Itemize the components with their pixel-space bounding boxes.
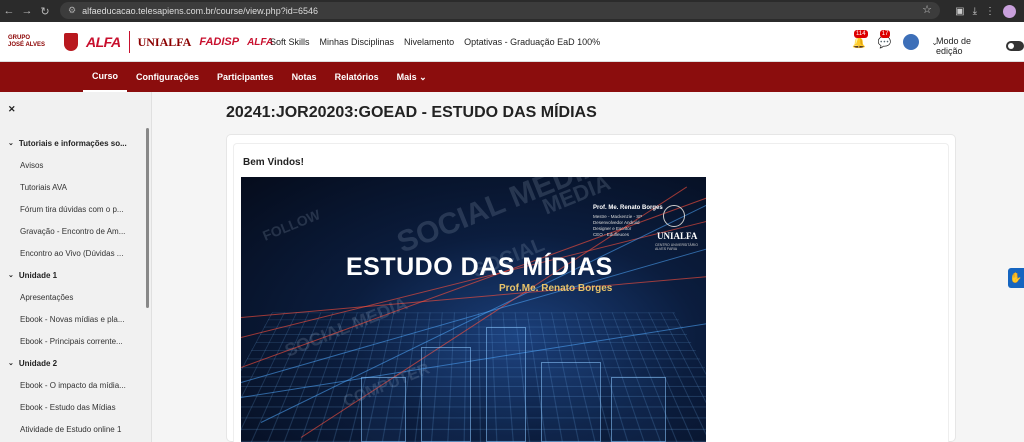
menu-nivelamento[interactable]: Nivelamento bbox=[404, 37, 454, 47]
drawer-row-label: Encontro ao Vivo (Dúvidas ... bbox=[20, 248, 124, 258]
unialfa-logo[interactable]: UNIALFA bbox=[138, 35, 192, 50]
drawer-section[interactable]: ⌄ Unidade 2 bbox=[0, 352, 146, 374]
drawer-item[interactable]: Encontro ao Vivo (Dúvidas ... bbox=[0, 242, 146, 264]
close-drawer-icon[interactable]: ✕ bbox=[8, 104, 16, 115]
banner-title: ESTUDO DAS MÍDIAS bbox=[346, 253, 613, 281]
course-index-drawer: ✕ ⌄ Tutoriais e informações so... Avisos Tu… bbox=[0, 92, 152, 442]
drawer-section[interactable]: ⌄ Tutoriais e informações so... bbox=[0, 132, 146, 154]
drawer-row-label: Unidade 1 bbox=[18, 270, 58, 280]
messages-icon[interactable]: 💬 17 bbox=[878, 29, 891, 49]
download-icon[interactable]: ⤓ bbox=[973, 6, 977, 17]
banner-building-wireframe bbox=[611, 377, 666, 442]
back-icon[interactable]: ← bbox=[0, 0, 18, 22]
banner-building-wireframe bbox=[361, 377, 406, 442]
drawer-row-label: Fórum tira dúvidas com o p... bbox=[20, 204, 124, 214]
url-text: alfaeducacao.telesapiens.com.br/course/v… bbox=[82, 5, 318, 16]
messages-badge: 17 bbox=[879, 29, 891, 38]
drawer-item[interactable]: Ebook - O impacto da mídia... bbox=[0, 374, 146, 396]
drawer-item[interactable]: Ebook - Novas mídias e pla... bbox=[0, 308, 146, 330]
drawer-row-label: Ebook - Principais corrente... bbox=[20, 336, 123, 346]
drawer-item[interactable]: Atividade de Estudo online 1 bbox=[0, 418, 146, 440]
banner-watermark-text: FOLLOW bbox=[260, 206, 323, 244]
menu-minhas-disciplinas[interactable]: Minhas Disciplinas bbox=[320, 37, 395, 47]
drawer-row-label: Tutoriais e informações so... bbox=[18, 138, 127, 148]
chevron-down-icon[interactable]: ⌄ bbox=[8, 139, 14, 147]
drawer-row-label: Atividade de Estudo online 1 bbox=[20, 424, 122, 434]
site-header: GRUPO JOSÉ ALVES ALFA UNIALFA FADISP ALF… bbox=[0, 22, 1024, 62]
course-title: 20241:JOR20203:GOEAD - ESTUDO DAS MÍDIAS bbox=[226, 104, 597, 121]
edit-mode-label: Modo de edição bbox=[936, 36, 972, 56]
address-bar[interactable]: ⚙ alfaeducacao.telesapiens.com.br/course… bbox=[60, 2, 940, 19]
shield-logo-icon bbox=[64, 33, 78, 51]
banner-building-wireframe bbox=[541, 362, 601, 442]
course-index-list: ⌄ Tutoriais e informações so... Avisos Tuto… bbox=[0, 132, 146, 440]
course-banner-image: SOCIAL MEDIA SOCIAL MEDIA SOCIAL MEDIA FOLLO… bbox=[241, 177, 706, 442]
grupo-jose-alves-logo[interactable]: GRUPO JOSÉ ALVES bbox=[8, 31, 56, 53]
drawer-item[interactable]: Fórum tira dúvidas com o p... bbox=[0, 198, 146, 220]
unialfa-seal-icon bbox=[663, 205, 685, 227]
drawer-item[interactable]: Ebook - Estudo das Mídias bbox=[0, 396, 146, 418]
drawer-row-label: Tutoriais AVA bbox=[20, 182, 67, 192]
banner-building-wireframe bbox=[421, 347, 471, 442]
notifications-bell-icon[interactable]: 🔔 114 bbox=[852, 29, 868, 49]
drawer-scrollbar[interactable] bbox=[146, 128, 149, 308]
edit-mode-toggle[interactable] bbox=[1006, 41, 1024, 51]
drawer-row-label: Ebook - O impacto da mídia... bbox=[20, 380, 126, 390]
drawer-item[interactable]: Tutoriais AVA bbox=[0, 176, 146, 198]
course-nav: Curso Configurações Participantes Notas Rela… bbox=[0, 62, 1024, 92]
banner-building-wireframe bbox=[486, 327, 526, 442]
drawer-row-label: Unidade 2 bbox=[18, 358, 58, 368]
notifications-badge: 114 bbox=[854, 29, 868, 38]
forward-icon[interactable]: → bbox=[18, 0, 36, 22]
course-nav-tab[interactable]: Curso bbox=[83, 62, 128, 92]
accessibility-widget-icon[interactable]: ✋ bbox=[1008, 268, 1024, 288]
fadisp-logo[interactable]: FADISP bbox=[199, 36, 239, 48]
drawer-section[interactable]: ⌄ Unidade 1 bbox=[0, 264, 146, 286]
chevron-down-icon[interactable]: ⌄ bbox=[8, 271, 14, 279]
drawer-item[interactable]: Apresentações bbox=[0, 286, 146, 308]
drawer-item[interactable]: Avisos bbox=[0, 154, 146, 176]
user-avatar[interactable] bbox=[903, 34, 920, 50]
banner-professor-name: Prof. Me. Renato Borges bbox=[593, 205, 663, 211]
drawer-item[interactable]: Gravação - Encontro de Am... bbox=[0, 220, 146, 242]
star-icon[interactable]: ☆ bbox=[922, 3, 932, 16]
banner-subtitle: Prof.Me. Renato Borges bbox=[499, 283, 613, 294]
banner-unialfa-logo: UNIALFA bbox=[657, 231, 698, 241]
profile-avatar[interactable] bbox=[1003, 4, 1016, 18]
reload-icon[interactable]: ↻ bbox=[36, 0, 54, 22]
drawer-row-label: Apresentações bbox=[20, 292, 74, 302]
menu-soft-skills[interactable]: Soft Skills bbox=[270, 37, 310, 47]
drawer-row-label: Ebook - Novas mídias e pla... bbox=[20, 314, 125, 324]
drawer-row-label: Ebook - Estudo das Mídias bbox=[20, 402, 116, 412]
logo-divider bbox=[128, 31, 130, 53]
browser-toolbar: ← → ↻ ⚙ alfaeducacao.telesapiens.com.br/… bbox=[0, 0, 1024, 22]
banner-professor-line: CEO - Edufleuces bbox=[593, 232, 630, 237]
logo-strip: GRUPO JOSÉ ALVES ALFA UNIALFA FADISP ALF… bbox=[8, 30, 273, 54]
course-nav-tab[interactable]: Relatórios bbox=[326, 62, 388, 92]
drawer-row-label: Avisos bbox=[20, 160, 44, 170]
top-menu: Soft Skills Minhas Disciplinas Nivelamen… bbox=[270, 22, 600, 62]
alfa-logo[interactable]: ALFA bbox=[86, 34, 121, 50]
welcome-heading: Bem Vindos! bbox=[243, 157, 304, 168]
course-nav-tab[interactable]: Notas bbox=[283, 62, 326, 92]
site-info-icon[interactable]: ⚙ bbox=[68, 5, 76, 16]
chevron-down-icon[interactable]: ⌄ bbox=[8, 359, 14, 367]
edit-mode-control: Modo de edição bbox=[936, 36, 1024, 56]
course-nav-tab[interactable]: Configurações bbox=[127, 62, 208, 92]
drawer-row-label: Gravação - Encontro de Am... bbox=[20, 226, 126, 236]
course-nav-tab[interactable]: Mais ⌄ bbox=[388, 62, 436, 92]
course-nav-tab[interactable]: Participantes bbox=[208, 62, 283, 92]
extensions-icon[interactable]: ▣ bbox=[955, 6, 964, 17]
banner-professor-info: Prof. Me. Renato Borges Mestre - Mackenz… bbox=[593, 205, 663, 238]
menu-optativas[interactable]: Optativas - Graduação EaD 100% bbox=[464, 37, 600, 47]
banner-unialfa-subtitle: CENTRO UNIVERSITÁRIO ALVES FARIA bbox=[655, 243, 698, 251]
menu-icon[interactable]: ⋮ bbox=[985, 6, 995, 17]
drawer-item[interactable]: Ebook - Principais corrente... bbox=[0, 330, 146, 352]
